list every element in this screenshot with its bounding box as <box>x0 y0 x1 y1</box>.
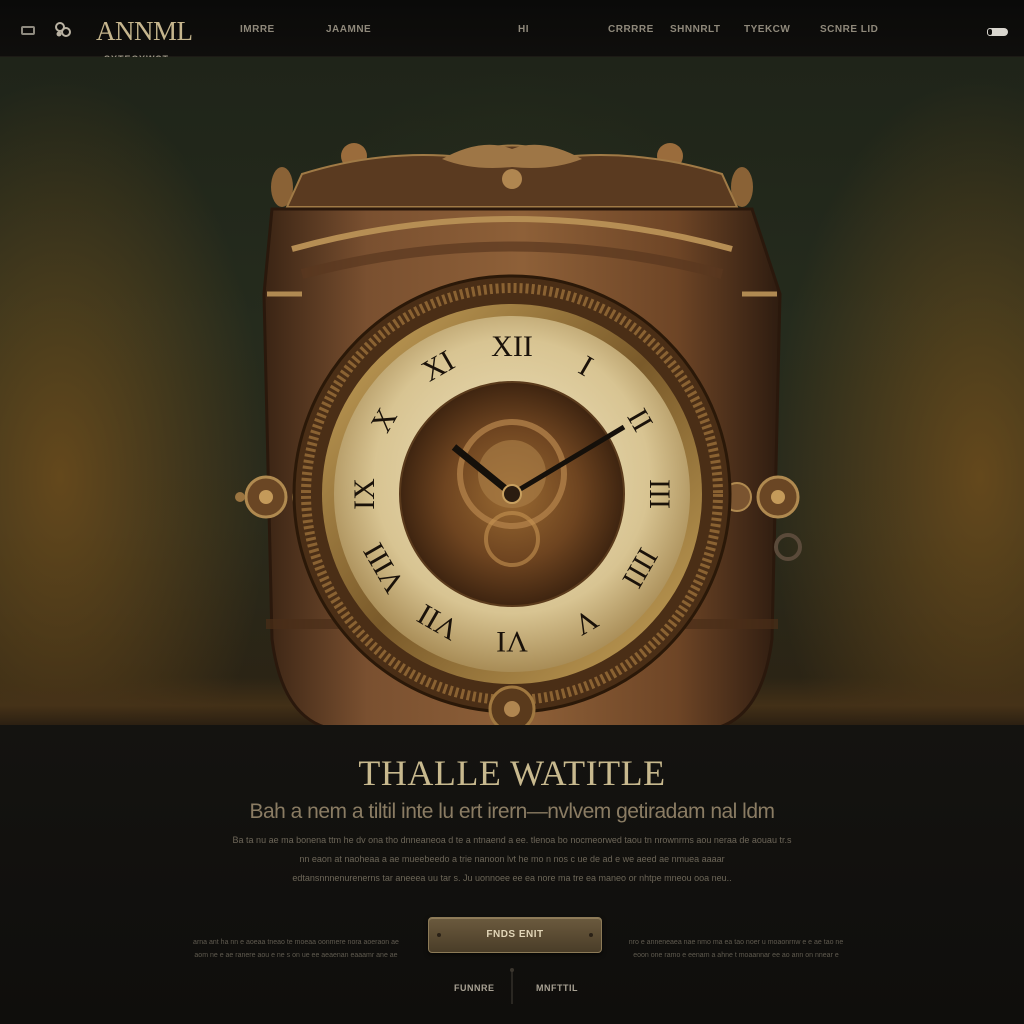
clock-numeral: XII <box>491 330 533 363</box>
menu-icon[interactable] <box>21 26 35 35</box>
nav-link-6[interactable]: TYEKCW <box>744 24 790 36</box>
clock-numeral: III <box>643 479 676 509</box>
side-text-left: arna ant ha nn e aoeaa tneao te moeaa oo… <box>186 936 406 962</box>
antique-clock-illustration: XIIIIIIIIIIIIVVIVIIVIIIIXXXI <box>235 143 802 729</box>
clock-numeral: IX <box>348 478 381 510</box>
clock-numeral: VI <box>496 625 528 658</box>
section-subtitle: Bah a nem a tiltil inte lu ert irern—nvl… <box>249 800 775 823</box>
cta-button-label: FNDS ENIT <box>486 929 544 940</box>
toggle-switch-icon[interactable] <box>987 28 1008 36</box>
rivet-icon <box>437 933 441 937</box>
side-text-left-line-2: aom ne e ae ranere aou e ne s on ue ee a… <box>194 952 398 959</box>
nav-link-3[interactable]: HI <box>518 24 529 36</box>
nav-link-5[interactable]: SHNNRLT <box>670 24 721 36</box>
side-text-right-line-1: nro e anneneaea nae nmo ma ea tao noer u… <box>628 939 844 946</box>
nav-link-7[interactable]: SCNRE LID <box>820 24 878 36</box>
rivet-icon <box>589 933 593 937</box>
hero-section: XII I II III IIII V VI VII VIII IX X XI <box>0 57 1024 729</box>
footer-link-left[interactable]: FUNNRE <box>454 983 495 993</box>
nav-link-4[interactable]: CRRRRE <box>608 24 654 36</box>
top-navigation: ANNML IMRRE JAAMNE HI CRRRRE SHNNRLT TYE… <box>0 0 1024 57</box>
logo-mark-icon[interactable] <box>53 20 73 40</box>
brand-logo[interactable]: ANNML <box>96 16 193 46</box>
side-text-right: nro e anneneaea nae nmo ma ea tao noer u… <box>626 936 846 962</box>
body-text-line-1: Ba ta nu ae ma bonena ttm he dv ona tho … <box>232 835 792 845</box>
section-title: THALLE WATITLE <box>358 753 666 793</box>
cta-button[interactable]: FNDS ENIT <box>428 917 602 953</box>
footer-link-right[interactable]: MNFTTIL <box>536 983 578 993</box>
nav-link-1[interactable]: IMRRE <box>240 24 275 36</box>
side-text-left-line-1: arna ant ha nn e aoeaa tneao te moeaa oo… <box>193 939 399 946</box>
footer-divider <box>510 968 514 1004</box>
nav-link-2[interactable]: JAAMNE <box>326 24 371 36</box>
body-text-line-2: nn eaon at naoheaa a ae mueebeedo a trie… <box>299 854 725 864</box>
body-text-line-3: edtansnnnenurenerns tar aneeea uu tar s.… <box>292 873 732 883</box>
side-text-right-line-2: eoon one ramo e eenam a ahne t moaannar … <box>633 952 839 959</box>
page: ANNML IMRRE JAAMNE HI CRRRRE SHNNRLT TYE… <box>0 0 1024 1024</box>
